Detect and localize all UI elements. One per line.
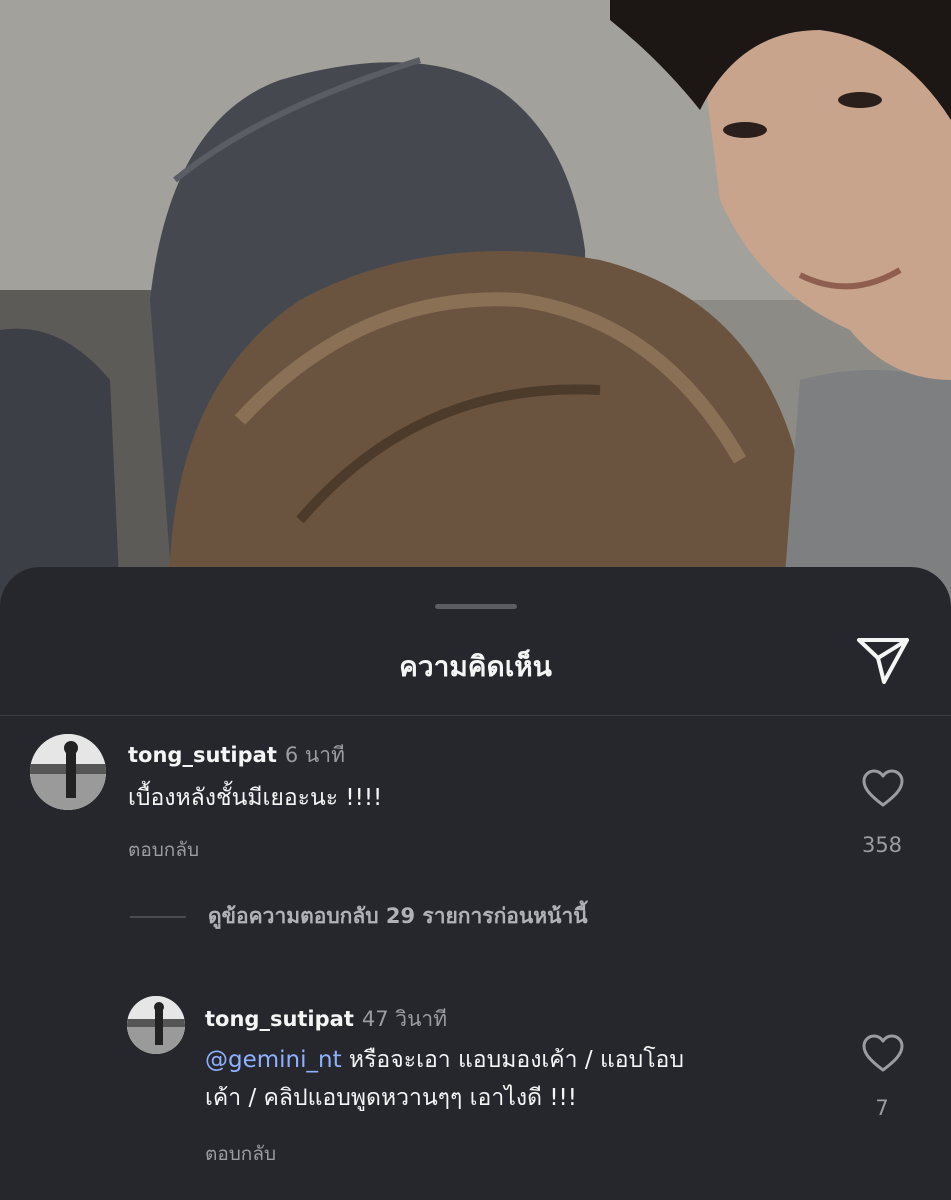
comments-sheet: ความคิดเห็น tong_sutipat 6 นาที เบื้องหลั…: [0, 567, 951, 1200]
view-previous-replies[interactable]: ดูข้อความตอบกลับ 29 รายการก่อนหน้านี้: [130, 900, 588, 933]
reply-button[interactable]: ตอบกลับ: [128, 835, 199, 865]
like-button[interactable]: [861, 767, 905, 811]
photo-illustration: [0, 0, 951, 640]
mention-link[interactable]: @gemini_nt: [205, 1047, 342, 1073]
reply-text-1: หรือจะเอา แอบมองเค้า / แอบโอบ: [341, 1047, 684, 1073]
comment-text: เบื้องหลังชั้นมีเยอะนะ !!!!: [128, 785, 383, 811]
like-count: 7: [875, 1096, 889, 1120]
avatar-image: [127, 996, 185, 1054]
sheet-title: ความคิดเห็น: [399, 650, 552, 683]
reply-button[interactable]: ตอบกลับ: [205, 1139, 276, 1169]
send-icon: [857, 638, 909, 684]
avatar[interactable]: [127, 996, 185, 1054]
reply-username[interactable]: tong_sutipat: [205, 1007, 354, 1031]
avatar-image: [30, 734, 106, 810]
post-photo: [0, 0, 951, 640]
reply-time: 47 วินาที: [361, 1007, 448, 1031]
heart-icon: [862, 769, 904, 807]
reply-text-line2: เค้า / คลิปแอบพูดหวานๆๆ เอาไงดี !!!: [205, 1085, 577, 1111]
reply-text: @gemini_nt หรือจะเอา แอบมองเค้า / แอบโอบ…: [205, 1041, 684, 1117]
drag-handle[interactable]: [435, 604, 517, 609]
comment-username[interactable]: tong_sutipat: [128, 743, 277, 767]
like-count: 358: [861, 833, 903, 857]
share-button[interactable]: [852, 633, 914, 689]
heart-icon: [862, 1034, 904, 1072]
replies-line: [130, 915, 186, 918]
comment-header: tong_sutipat 6 นาที: [128, 739, 345, 772]
comment-time: 6 นาที: [284, 743, 345, 767]
avatar[interactable]: [30, 734, 106, 810]
reply-text-line1: @gemini_nt หรือจะเอา แอบมองเค้า / แอบโอบ: [205, 1041, 684, 1079]
like-button[interactable]: [861, 1032, 905, 1076]
reply-header: tong_sutipat 47 วินาที: [205, 1003, 447, 1036]
view-replies-label: ดูข้อความตอบกลับ 29 รายการก่อนหน้านี้: [208, 904, 588, 928]
header-divider: [0, 715, 951, 716]
